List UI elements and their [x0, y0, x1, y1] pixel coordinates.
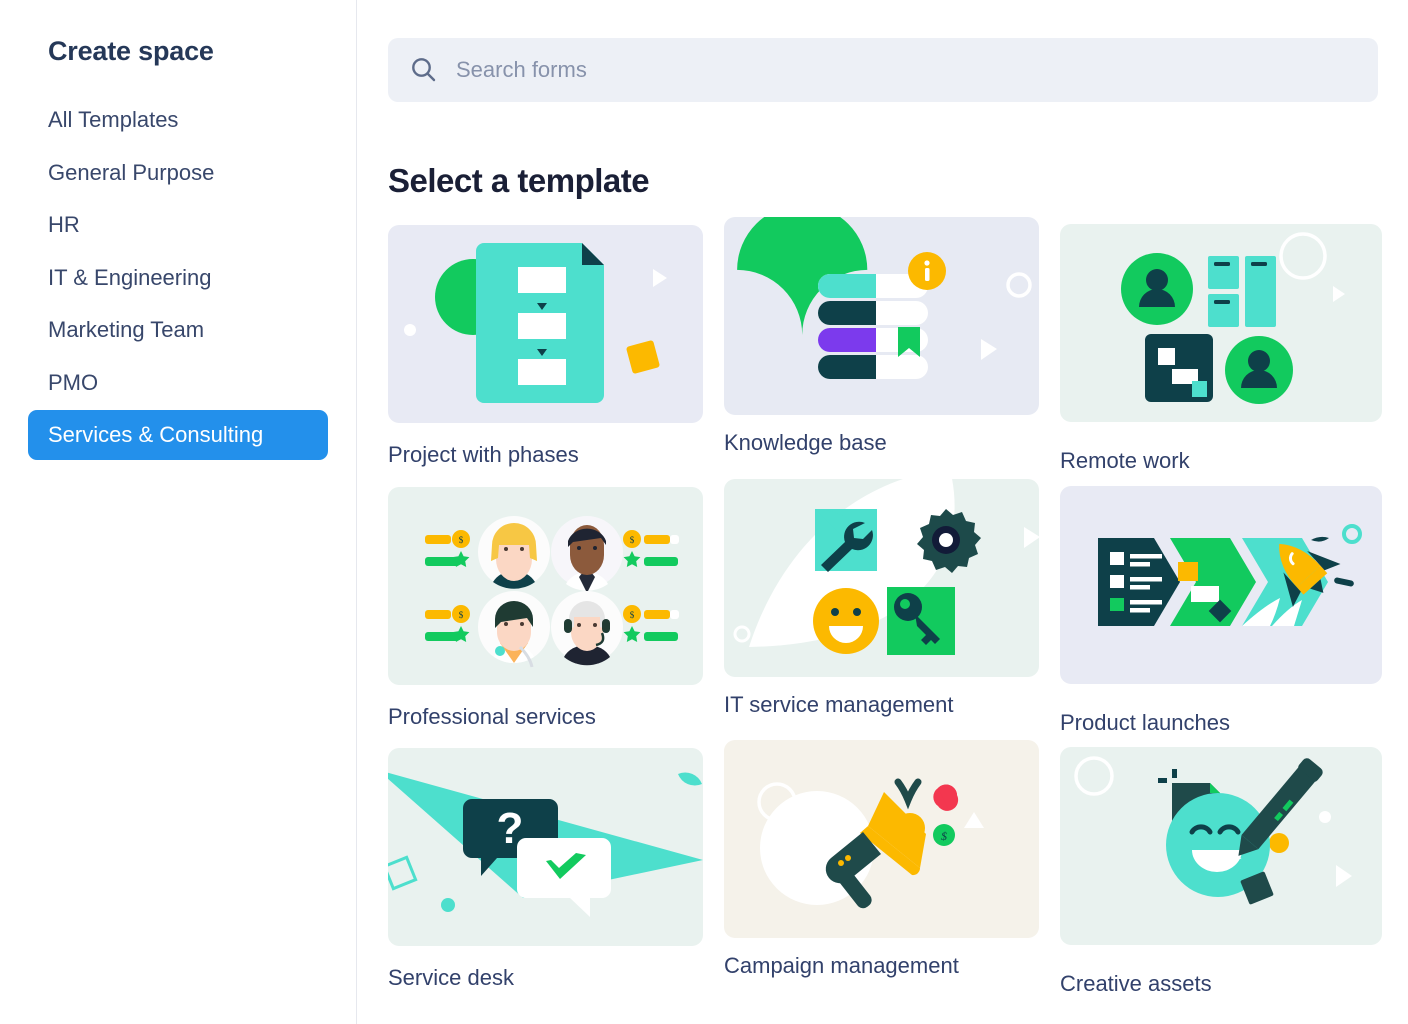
- template-card-creative-assets[interactable]: Creative assets: [1060, 747, 1382, 998]
- page-title: Select a template: [388, 162, 650, 199]
- template-thumbnail: $ $ $ $: [388, 486, 703, 685]
- template-thumbnail: $: [724, 740, 1039, 938]
- template-label: Project with phases: [388, 442, 579, 467]
- template-thumbnail: [724, 217, 1039, 415]
- search-icon: [410, 56, 438, 84]
- template-thumbnail: [724, 478, 1039, 677]
- sidebar-item-it-engineering[interactable]: IT & Engineering: [28, 253, 328, 303]
- template-card-project-with-phases[interactable]: Project with phases: [388, 225, 703, 475]
- template-label: Creative assets: [1060, 971, 1212, 996]
- svg-text:$: $: [459, 610, 464, 620]
- search-input[interactable]: [456, 57, 1356, 83]
- professional-services-illustration: $ $ $ $: [388, 486, 703, 685]
- template-label: IT service management: [724, 691, 954, 717]
- search-bar[interactable]: [388, 38, 1378, 102]
- svg-text:$: $: [630, 535, 635, 545]
- sidebar: Create space All Templates General Purpo…: [0, 0, 357, 1024]
- template-card-remote-work[interactable]: Remote work: [1060, 224, 1382, 475]
- template-thumbnail: [388, 225, 703, 423]
- service-desk-illustration: ?: [388, 748, 703, 946]
- sidebar-item-marketing-team[interactable]: Marketing Team: [28, 305, 328, 355]
- product-launches-illustration: [1060, 485, 1382, 684]
- sidebar-nav-list: All Templates General Purpose HR IT & En…: [0, 95, 356, 460]
- template-grid: Project with phases Knowledge base Remot…: [388, 217, 1384, 998]
- knowledge-base-illustration: [724, 217, 1039, 415]
- it-service-management-illustration: [724, 478, 1039, 677]
- template-card-professional-services[interactable]: $ $ $ $ Professional services: [388, 486, 703, 737]
- sidebar-item-hr[interactable]: HR: [28, 200, 328, 250]
- sidebar-item-pmo[interactable]: PMO: [28, 358, 328, 408]
- main-panel: Select a template: [357, 0, 1408, 1024]
- template-thumbnail: [1060, 485, 1382, 684]
- creative-assets-illustration: [1060, 747, 1382, 945]
- template-thumbnail: [1060, 747, 1382, 945]
- template-label: Remote work: [1060, 448, 1190, 473]
- template-label: Service desk: [388, 965, 514, 990]
- remote-work-illustration: [1060, 224, 1382, 422]
- svg-text:$: $: [459, 535, 464, 545]
- campaign-management-illustration: $: [724, 740, 1039, 938]
- template-card-campaign-management[interactable]: $ Campaign management: [724, 740, 1039, 998]
- sidebar-title: Create space: [48, 36, 214, 66]
- template-label: Product launches: [1060, 709, 1230, 735]
- svg-text:$: $: [630, 610, 635, 620]
- template-card-it-service-management[interactable]: IT service management: [724, 478, 1039, 737]
- sidebar-item-general-purpose[interactable]: General Purpose: [28, 148, 328, 198]
- template-label: Campaign management: [724, 953, 959, 978]
- template-thumbnail: [1060, 224, 1382, 422]
- project-with-phases-illustration: [388, 225, 703, 423]
- template-card-service-desk[interactable]: ? Service desk: [388, 748, 703, 998]
- template-label: Professional services: [388, 703, 596, 729]
- template-card-product-launches[interactable]: Product launches: [1060, 485, 1382, 737]
- template-thumbnail: ?: [388, 748, 703, 946]
- svg-text:$: $: [941, 829, 947, 843]
- create-space-dialog: Create space All Templates General Purpo…: [0, 0, 1408, 1024]
- template-card-knowledge-base[interactable]: Knowledge base: [724, 217, 1039, 475]
- template-label: Knowledge base: [724, 430, 887, 455]
- sidebar-item-all-templates[interactable]: All Templates: [28, 95, 328, 145]
- sidebar-item-services-consulting[interactable]: Services & Consulting: [28, 410, 328, 460]
